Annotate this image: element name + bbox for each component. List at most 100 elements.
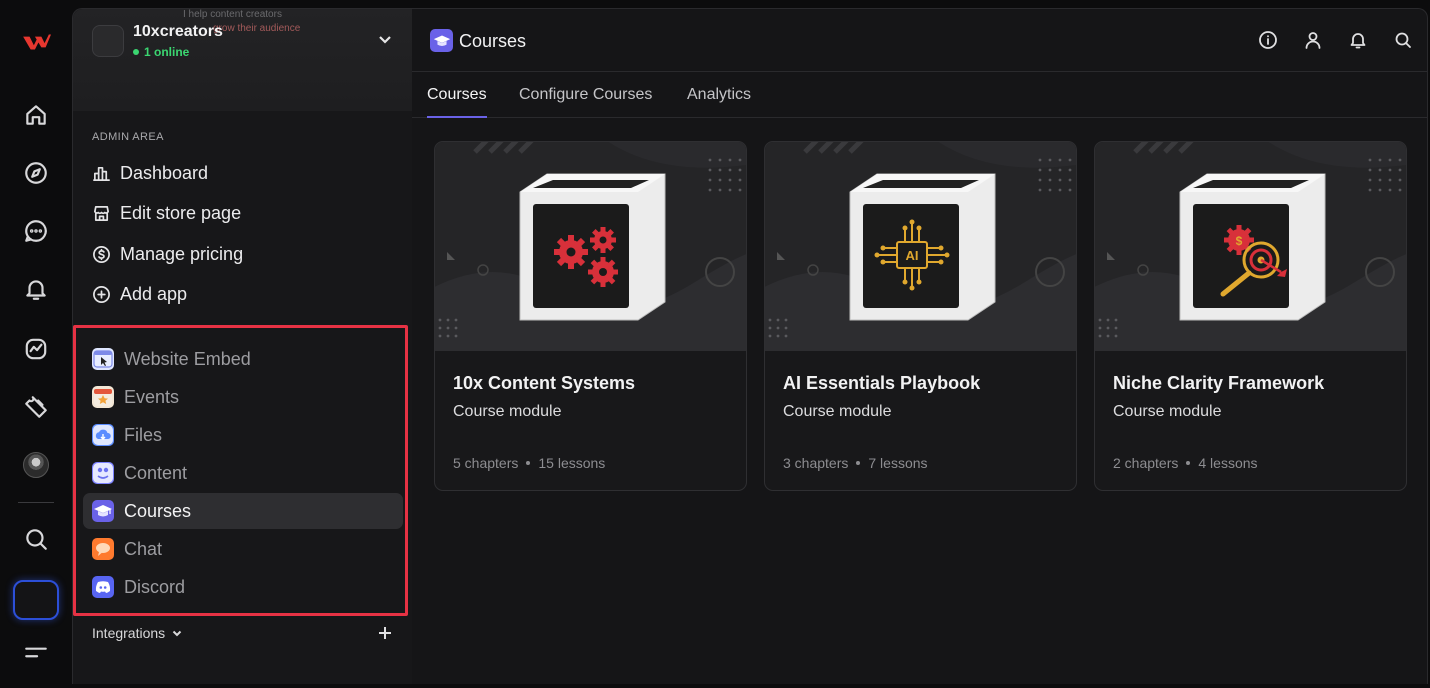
sidebar-item-files[interactable]: Files [83,417,403,453]
chevron-down-icon[interactable] [377,31,393,47]
bell-icon[interactable] [1347,29,1368,50]
sidebar-item-dashboard[interactable]: Dashboard [92,159,208,187]
course-title: 10x Content Systems [453,373,636,393]
store-tagline-line-2: grow their audience [213,23,301,34]
sidebar-item-label: Discord [124,576,186,597]
sidebar-item-label: Manage pricing [120,243,244,264]
course-thumbnail: AI [765,142,1076,351]
store-header[interactable]: I help content creators grow their audie… [73,9,412,111]
sidebar-item-label: Edit store page [120,202,242,223]
sidebar-item-label: Content [124,462,188,483]
tab-analytics[interactable]: Analytics [687,86,751,116]
svg-text:$: $ [1236,234,1243,248]
app-window: I help content creators grow their audie… [0,0,1430,688]
course-card[interactable]: $ Niche Clarity Framework Course module … [1094,141,1407,491]
sidebar-item-label: Courses [124,500,192,521]
rail-search-icon[interactable] [20,523,52,555]
tab-bar: Courses Configure Courses Analytics [412,73,1427,118]
sidebar-item-chat[interactable]: Chat [83,531,403,567]
sidebar-item-label: Files [124,424,163,445]
course-subtitle: Course module [783,403,892,420]
chevron-down-icon [172,630,182,637]
top-bar-actions [1257,29,1413,50]
integrations-label: Integrations [92,625,166,641]
sidebar-item-edit-store-page[interactable]: Edit store page [92,199,241,227]
sidebar-item-label: Website Embed [124,348,251,369]
online-status: 1 online [133,45,189,59]
course-subtitle: Course module [453,403,562,420]
course-meta: 3 chapters 7 lessons [783,455,928,471]
ai-chip-label: AI [906,248,919,263]
course-card[interactable]: AI AI Essentials Playbook Course module … [764,141,1077,491]
course-meta: 5 chapters 15 lessons [453,455,605,471]
sidebar-item-label: Add app [120,283,188,304]
current-store-tile[interactable] [13,580,59,620]
lesson-count: 4 lessons [1198,455,1258,471]
sidebar-item-label: Chat [124,538,163,559]
plus-icon [379,627,391,639]
online-dot-icon [133,49,139,55]
sidebar-item-events[interactable]: Events [83,379,403,415]
course-subtitle: Course module [1113,403,1222,420]
courses-icon [92,500,114,522]
notifications-icon[interactable] [20,273,52,305]
website-embed-icon [92,348,114,370]
sidebar-item-add-app[interactable]: Add app [92,280,187,308]
ticket-icon[interactable] [20,391,52,423]
sidebar-item-discord[interactable]: Discord [83,569,403,605]
chapter-count: 5 chapters [453,455,519,471]
storefront-icon [93,205,110,221]
lesson-count: 15 lessons [538,455,606,471]
dot-separator-icon [1186,461,1191,465]
sidebar-item-label: Events [124,386,180,407]
search-icon[interactable] [1392,29,1413,50]
compass-icon[interactable] [20,157,52,189]
top-bar: Courses [412,9,1427,72]
store-sidebar: I help content creators grow their audie… [72,8,412,684]
page-title: Courses [459,31,527,51]
store-logo [92,25,124,57]
admin-area-label: ADMIN AREA [92,131,164,143]
course-card[interactable]: 10x Content Systems Course module 5 chap… [434,141,747,491]
sidebar-item-manage-pricing[interactable]: Manage pricing [92,240,243,268]
sidebar-item-courses[interactable]: Courses [83,493,403,529]
chart-bar-icon [93,166,110,181]
sidebar-item-content[interactable]: Content [83,455,403,491]
content-icon [92,462,114,484]
chapter-count: 2 chapters [1113,455,1179,471]
course-meta: 2 chapters 4 lessons [1113,455,1258,471]
rail-divider [18,502,54,503]
course-title: Niche Clarity Framework [1113,373,1325,393]
brand-logo-icon[interactable] [20,26,52,58]
store-tagline-line-1: I help content creators [183,9,282,20]
tab-configure-courses[interactable]: Configure Courses [519,86,652,116]
chat-icon [92,538,114,560]
discord-icon [92,576,114,598]
add-integration-button[interactable] [377,625,393,641]
dollar-circle-icon [93,245,110,263]
files-icon [92,424,114,446]
integrations-toggle[interactable]: Integrations [92,625,183,641]
messages-icon[interactable] [20,215,52,247]
analytics-icon[interactable] [20,333,52,365]
sidebar-item-label: Dashboard [120,162,209,183]
info-icon[interactable] [1257,29,1278,50]
chapter-count: 3 chapters [783,455,849,471]
events-icon [92,386,114,408]
app-rail [0,0,72,688]
dot-separator-icon [856,461,861,465]
menu-icon[interactable] [20,637,52,669]
course-thumbnail: $ [1095,142,1406,351]
course-title: AI Essentials Playbook [783,373,981,393]
dot-separator-icon [526,461,531,465]
tab-courses[interactable]: Courses [427,86,487,118]
online-count: 1 online [144,45,190,59]
user-avatar[interactable] [23,452,49,478]
courses-icon [430,29,453,52]
sidebar-item-website-embed[interactable]: Website Embed [83,341,403,377]
plus-circle-icon [93,285,110,303]
home-icon[interactable] [20,99,52,131]
main-panel: Courses Courses Configure Courses Analyt… [412,8,1428,684]
lesson-count: 7 lessons [868,455,928,471]
user-icon[interactable] [1302,29,1323,50]
